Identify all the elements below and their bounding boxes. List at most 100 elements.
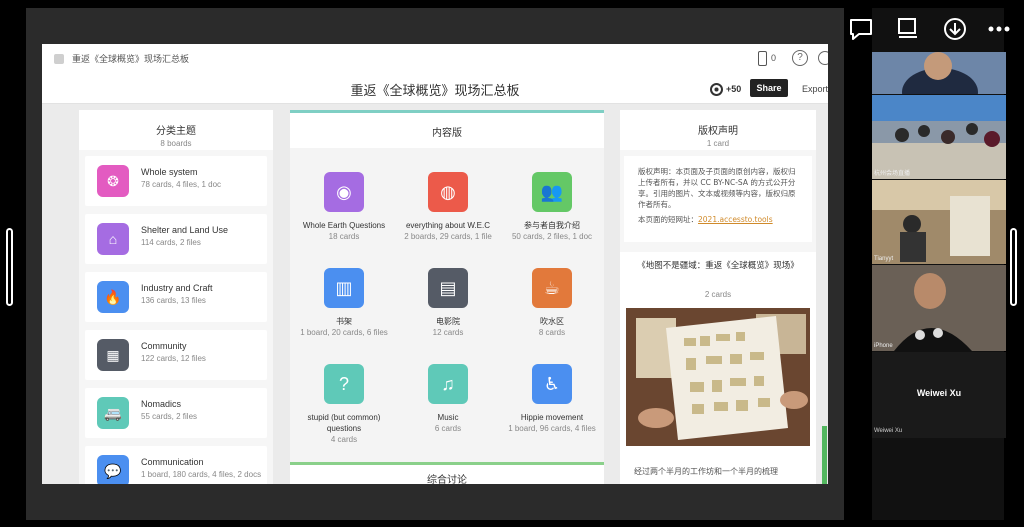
more-icon[interactable] bbox=[982, 14, 1018, 44]
content-board-tile[interactable]: ? stupid (but common) questions 4 cards bbox=[292, 364, 396, 444]
board-title-bar: 重返《全球概览》现场汇总板 +50 Share Export bbox=[42, 74, 828, 104]
category-column-header: 分类主题 8 boards bbox=[79, 110, 273, 150]
board-label: 电影院 bbox=[436, 317, 460, 326]
copyright-column: 版权声明 1 card 版权声明：本页面及子页面的原创内容，版权归上传者所有，并… bbox=[620, 110, 816, 484]
board-meta: 12 cards bbox=[432, 328, 464, 337]
map-board-footer: 经过两个半月的工作坊和一个半月的梳理 bbox=[634, 467, 778, 476]
board-meta: 18 cards bbox=[328, 232, 360, 241]
board-icon: ♫ bbox=[428, 364, 468, 404]
participant-video[interactable]: Tianyyt bbox=[872, 180, 1006, 264]
map-board-title: 《地图不是疆域：重返《全球概览》现场》 bbox=[637, 261, 799, 271]
category-icon: 💬 bbox=[97, 455, 129, 484]
category-meta: 114 cards, 2 files bbox=[141, 238, 201, 247]
map-board-card[interactable]: 《地图不是疆域：重返《全球概览》现场》 2 cards 经过两个半月的工作坊和一… bbox=[620, 252, 816, 484]
board-label: Music bbox=[437, 413, 459, 422]
category-card[interactable]: 🔥 Industry and Craft 136 cards, 13 files bbox=[85, 272, 267, 322]
copyright-text: 版权声明：本页面及子页面的原创内容，版权归上传者所有，并以 CC BY-NC-S… bbox=[638, 167, 796, 209]
app-bar: 重返《全球概览》现场汇总板 0 ? bbox=[42, 44, 828, 74]
participant-name: iPhone bbox=[874, 343, 893, 349]
board-meta: 50 cards, 2 files, 1 doc bbox=[511, 232, 593, 241]
help-icon[interactable]: ? bbox=[792, 50, 808, 66]
board-label: 参与者自我介绍 bbox=[524, 221, 580, 230]
board-icon: ▤ bbox=[428, 268, 468, 308]
speaker-name: Weiwei Xu bbox=[916, 388, 962, 398]
download-icon[interactable] bbox=[937, 14, 973, 44]
phone-icon[interactable] bbox=[758, 51, 767, 66]
content-board-tile[interactable]: ◍ everything about W.E.C 2 boards, 29 card… bbox=[396, 172, 500, 241]
category-column-title: 分类主题 bbox=[156, 126, 196, 137]
right-drag-handle[interactable] bbox=[1010, 228, 1017, 306]
copyright-card[interactable]: 版权声明：本页面及子页面的原创内容，版权归上传者所有，并以 CC BY-NC-S… bbox=[624, 156, 812, 242]
category-card[interactable]: ▦ Community 122 cards, 12 files bbox=[85, 330, 267, 380]
category-icon: ⌂ bbox=[97, 223, 129, 255]
participant-name: Tianyyt bbox=[874, 256, 894, 262]
participant-video[interactable]: iPhone bbox=[872, 265, 1006, 351]
short-link[interactable]: 2021.accessto.tools bbox=[698, 215, 773, 224]
search-icon[interactable] bbox=[818, 51, 828, 65]
screen-icon[interactable] bbox=[890, 14, 926, 44]
board-label: stupid (but common) questions bbox=[307, 413, 381, 433]
participant-video[interactable] bbox=[872, 52, 1006, 94]
category-label: Whole system bbox=[141, 167, 198, 177]
board-meta: 6 cards bbox=[434, 424, 462, 433]
map-board-count: 2 cards bbox=[704, 290, 732, 299]
category-label: Community bbox=[141, 341, 187, 351]
content-board-tile[interactable]: ♫ Music 6 cards bbox=[396, 364, 500, 433]
board-label: everything about W.E.C bbox=[405, 221, 491, 230]
board-icon: 👥 bbox=[532, 172, 572, 212]
category-icon: 🔥 bbox=[97, 281, 129, 313]
chat-icon[interactable] bbox=[843, 14, 879, 44]
category-column-count: 8 boards bbox=[160, 139, 192, 148]
copyright-column-header: 版权声明 1 card bbox=[620, 110, 816, 150]
scroll-indicator[interactable] bbox=[822, 426, 827, 484]
participant-name: 杭州会场直播 bbox=[874, 171, 911, 177]
content-board-tile[interactable]: ♿ Hippie movement 1 board, 96 cards, 4 fil… bbox=[500, 364, 604, 433]
copyright-column-title: 版权声明 bbox=[698, 126, 738, 137]
category-icon: ▦ bbox=[97, 339, 129, 371]
app-logo-icon bbox=[54, 54, 64, 64]
content-column: 内容版 ◉ Whole Earth Questions 18 cards ◍ every… bbox=[290, 110, 604, 484]
category-card[interactable]: ❂ Whole system 78 cards, 4 files, 1 doc bbox=[85, 156, 267, 206]
content-board-tile[interactable]: ▥ 书架 1 board, 20 cards, 6 files bbox=[292, 268, 396, 337]
board-label: 书架 bbox=[336, 317, 352, 326]
category-icon: 🚐 bbox=[97, 397, 129, 429]
speaker-label: Weiwei Xu bbox=[874, 428, 903, 434]
content-board-tile[interactable]: ☕ 吹水区 8 cards bbox=[500, 268, 604, 337]
category-card[interactable]: ⌂ Shelter and Land Use 114 cards, 2 files bbox=[85, 214, 267, 264]
short-link-label: 本页面的短网址： bbox=[638, 215, 698, 224]
category-meta: 55 cards, 2 files bbox=[141, 412, 198, 421]
content-board-tile[interactable]: 👥 参与者自我介绍 50 cards, 2 files, 1 doc bbox=[500, 172, 604, 241]
share-button[interactable]: Share bbox=[750, 79, 788, 97]
board-icon: ♿ bbox=[532, 364, 572, 404]
content-board-tile[interactable]: ▤ 电影院 12 cards bbox=[396, 268, 500, 337]
viewer-count: +50 bbox=[726, 84, 742, 94]
board-label: Whole Earth Questions bbox=[302, 221, 386, 230]
left-drag-handle[interactable] bbox=[6, 228, 13, 306]
category-label: Communication bbox=[141, 457, 204, 467]
board-label: 吹水区 bbox=[540, 317, 564, 326]
category-label: Shelter and Land Use bbox=[141, 225, 229, 235]
category-meta: 78 cards, 4 files, 1 doc bbox=[141, 180, 222, 189]
board-label: Hippie movement bbox=[520, 413, 584, 422]
export-button[interactable]: Export bbox=[802, 84, 828, 94]
category-card[interactable]: 💬 Communication 1 board, 180 cards, 4 file… bbox=[85, 446, 267, 484]
workshop-photo bbox=[626, 308, 810, 446]
content-column-title: 内容版 bbox=[432, 128, 462, 139]
content-board-tile[interactable]: ◉ Whole Earth Questions 18 cards bbox=[292, 172, 396, 241]
board-icon: ☕ bbox=[532, 268, 572, 308]
category-meta: 1 board, 180 cards, 4 files, 2 docs bbox=[141, 470, 262, 479]
discussion-column-header: 综合讨论 bbox=[290, 462, 604, 484]
participant-video[interactable]: 杭州会场直播 bbox=[872, 95, 1006, 179]
board-meta: 1 board, 20 cards, 6 files bbox=[300, 328, 388, 337]
board-icon: ◉ bbox=[324, 172, 364, 212]
active-speaker-tile[interactable]: Weiwei Xu Weiwei Xu bbox=[872, 352, 1006, 438]
eye-icon[interactable] bbox=[710, 83, 723, 96]
shared-board-window: 重返《全球概览》现场汇总板 0 ? 重返《全球概览》现场汇总板 +50 Shar… bbox=[42, 44, 828, 484]
board-meta: 2 boards, 29 cards, 1 file bbox=[404, 232, 492, 241]
short-link-row: 本页面的短网址：2021.accessto.tools bbox=[638, 214, 798, 225]
content-column-header: 内容版 bbox=[290, 110, 604, 148]
board-meta: 4 cards bbox=[330, 435, 358, 444]
category-card[interactable]: 🚐 Nomadics 55 cards, 2 files bbox=[85, 388, 267, 438]
board-meta: 8 cards bbox=[538, 328, 566, 337]
copyright-column-count: 1 card bbox=[706, 139, 730, 148]
